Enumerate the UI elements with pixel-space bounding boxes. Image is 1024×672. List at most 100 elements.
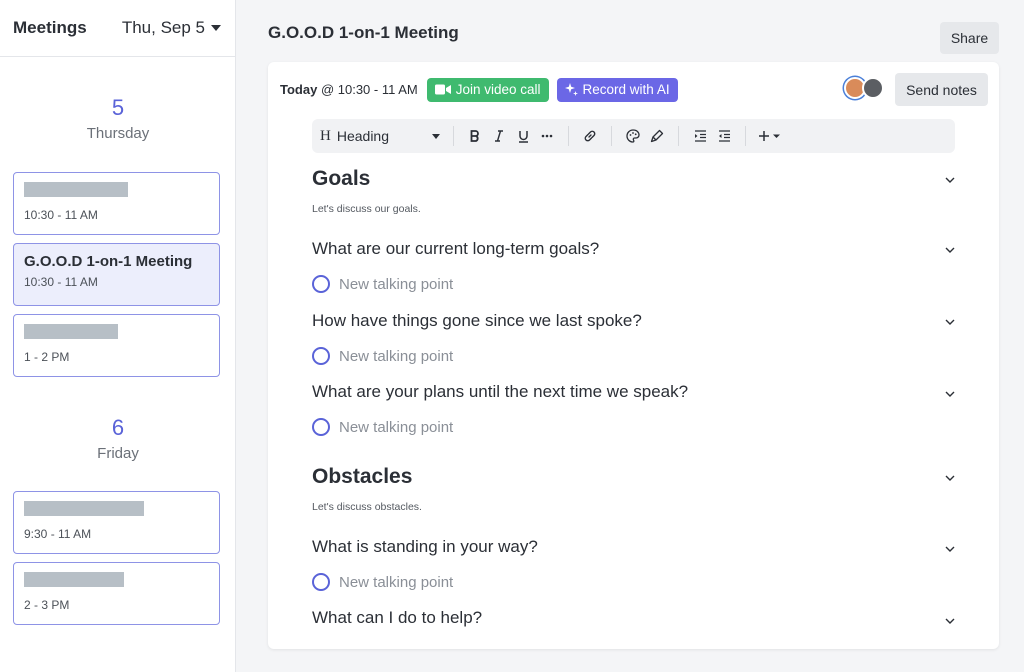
share-button[interactable]: Share xyxy=(940,22,999,54)
section-goals: Goals xyxy=(312,167,955,191)
event-card-selected[interactable]: G.O.O.D 1-on-1 Meeting 10:30 - 11 AM xyxy=(13,243,220,306)
question-text: How have things gone since we last spoke… xyxy=(312,311,642,330)
plus-icon xyxy=(759,131,780,141)
event-title: G.O.O.D 1-on-1 Meeting xyxy=(24,253,193,270)
chevron-down-icon[interactable] xyxy=(945,247,955,253)
event-time: 9:30 - 11 AM xyxy=(24,527,92,541)
meeting-notes-card: Today @ 10:30 - 11 AM Join video call Re… xyxy=(268,62,999,649)
day-name: Thursday xyxy=(86,125,150,142)
section-subtitle: Let's discuss our goals. xyxy=(312,203,421,215)
day-number: 6 xyxy=(111,415,125,440)
page-title: G.O.O.D 1-on-1 Meeting xyxy=(268,23,459,42)
chevron-down-icon xyxy=(432,133,440,139)
toolbar-divider xyxy=(678,126,679,146)
attendee-avatars[interactable] xyxy=(844,77,884,99)
event-card[interactable]: 2 - 3 PM xyxy=(13,562,220,625)
underline-icon xyxy=(518,130,528,143)
record-with-ai-label: Record with AI xyxy=(582,82,670,97)
outdent-icon xyxy=(718,130,730,142)
chevron-down-icon[interactable] xyxy=(945,391,955,397)
meeting-day: Today xyxy=(280,82,318,97)
event-time: 10:30 - 11 AM xyxy=(24,208,98,222)
question-row: What is standing in your way? xyxy=(312,537,955,557)
indent-icon xyxy=(694,130,706,142)
toolbar-divider xyxy=(745,126,746,146)
question-text: What is standing in your way? xyxy=(312,537,538,556)
new-talking-point[interactable]: New talking point xyxy=(312,275,955,293)
talking-point-placeholder: New talking point xyxy=(339,418,454,436)
editor-toolbar: H Heading xyxy=(312,119,955,153)
toolbar-divider xyxy=(611,126,612,146)
question-row: How have things gone since we last spoke… xyxy=(312,311,955,331)
section-subtitle: Let's discuss obstacles. xyxy=(312,501,422,513)
date-picker-label: Thu, Sep 5 xyxy=(121,18,205,37)
event-card[interactable]: 9:30 - 11 AM xyxy=(13,491,220,554)
link-button[interactable] xyxy=(578,124,602,148)
meeting-time-range: @ 10:30 - 11 AM xyxy=(317,82,418,97)
new-talking-point[interactable]: New talking point xyxy=(312,418,955,436)
italic-icon xyxy=(495,130,503,142)
meetings-sidebar: Meetings Thu, Sep 5 5 Thursday 10:30 - 1… xyxy=(0,0,236,672)
circle-checkbox-icon[interactable] xyxy=(312,573,330,591)
circle-checkbox-icon[interactable] xyxy=(312,418,330,436)
new-talking-point[interactable]: New talking point xyxy=(312,573,955,591)
highlighter-icon xyxy=(650,129,664,143)
redacted-title xyxy=(24,182,128,197)
record-with-ai-button[interactable]: Record with AI xyxy=(556,77,678,102)
redacted-title xyxy=(24,324,118,339)
insert-button[interactable] xyxy=(755,124,785,148)
video-camera-icon xyxy=(434,84,451,95)
meeting-time: Today @ 10:30 - 11 AM xyxy=(280,82,418,97)
more-formatting-button[interactable] xyxy=(535,124,559,148)
highlight-button[interactable] xyxy=(645,124,669,148)
circle-checkbox-icon[interactable] xyxy=(312,347,330,365)
join-video-call-button[interactable]: Join video call xyxy=(426,77,549,102)
sidebar-title: Meetings xyxy=(13,18,87,37)
underline-button[interactable] xyxy=(511,124,535,148)
redacted-title xyxy=(24,501,144,516)
question-row: What can I do to help? xyxy=(312,608,955,628)
avatar xyxy=(862,77,884,99)
chevron-down-icon[interactable] xyxy=(945,177,955,183)
text-style-label: Heading xyxy=(336,128,389,144)
event-time: 1 - 2 PM xyxy=(24,350,70,364)
event-time: 10:30 - 11 AM xyxy=(24,275,98,289)
question-text: What are your plans until the next time … xyxy=(312,382,689,401)
chevron-down-icon[interactable] xyxy=(945,618,955,624)
text-style-dropdown[interactable]: H Heading xyxy=(320,128,444,145)
question-text: What can I do to help? xyxy=(312,608,483,627)
bold-icon xyxy=(470,130,479,142)
caret-down-icon xyxy=(211,25,221,31)
day-header-friday: 6 Friday xyxy=(0,415,236,462)
circle-checkbox-icon[interactable] xyxy=(312,275,330,293)
text-color-button[interactable] xyxy=(621,124,645,148)
talking-point-placeholder: New talking point xyxy=(339,275,454,293)
talking-point-placeholder: New talking point xyxy=(339,347,454,365)
palette-icon xyxy=(626,129,640,143)
day-number: 5 xyxy=(111,95,125,120)
indent-button[interactable] xyxy=(688,124,712,148)
meeting-meta-row: Today @ 10:30 - 11 AM Join video call Re… xyxy=(280,77,678,102)
question-row: What are your plans until the next time … xyxy=(312,382,955,402)
join-video-call-label: Join video call xyxy=(455,82,541,97)
chevron-down-icon[interactable] xyxy=(945,546,955,552)
italic-button[interactable] xyxy=(487,124,511,148)
bold-button[interactable] xyxy=(463,124,487,148)
section-obstacles: Obstacles xyxy=(312,465,955,489)
send-notes-button[interactable]: Send notes xyxy=(895,73,988,106)
new-talking-point[interactable]: New talking point xyxy=(312,347,955,365)
event-card[interactable]: 10:30 - 11 AM xyxy=(13,172,220,235)
question-text: What are our current long-term goals? xyxy=(312,239,600,258)
outdent-button[interactable] xyxy=(712,124,736,148)
heading-icon: H xyxy=(320,127,331,144)
event-card[interactable]: 1 - 2 PM xyxy=(13,314,220,377)
toolbar-divider xyxy=(453,126,454,146)
date-picker[interactable]: Thu, Sep 5 xyxy=(122,18,221,38)
chevron-down-icon[interactable] xyxy=(945,319,955,325)
talking-point-placeholder: New talking point xyxy=(339,573,454,591)
sparkle-icon xyxy=(564,83,578,96)
chevron-down-icon[interactable] xyxy=(945,475,955,481)
sidebar-header: Meetings Thu, Sep 5 xyxy=(0,0,235,57)
section-heading: Obstacles xyxy=(312,465,413,488)
toolbar-divider xyxy=(568,126,569,146)
